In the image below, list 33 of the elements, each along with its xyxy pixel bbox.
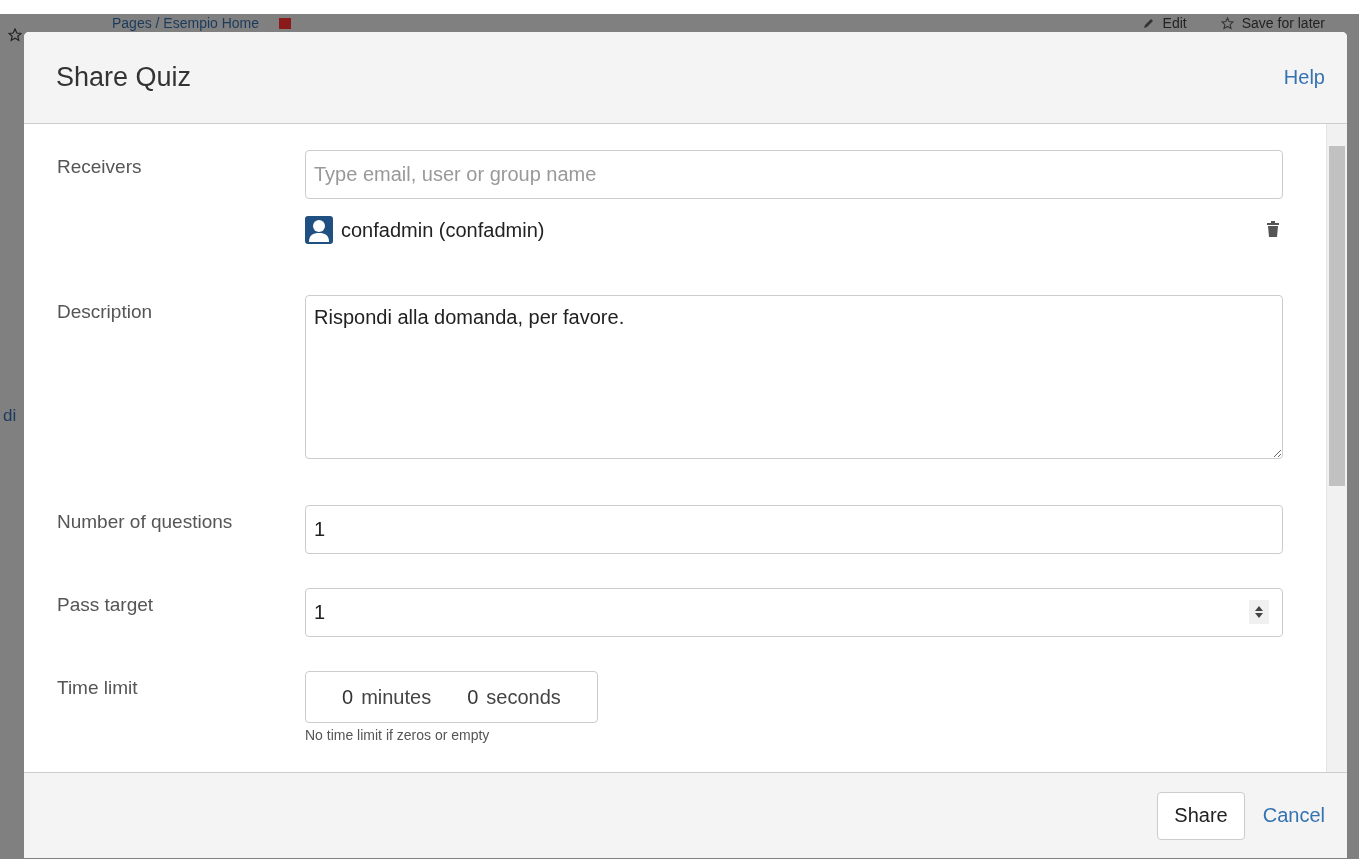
- scrollbar[interactable]: [1326, 124, 1347, 772]
- time-limit-field[interactable]: 0 minutes 0 seconds: [305, 671, 598, 723]
- delete-button[interactable]: [1267, 220, 1279, 240]
- seconds-unit: seconds: [486, 685, 561, 709]
- cancel-link[interactable]: Cancel: [1262, 804, 1325, 827]
- field-label: Description: [57, 300, 154, 324]
- save-for-later-link[interactable]: Save for later: [1220, 15, 1325, 31]
- star-icon: [8, 28, 22, 42]
- trash-icon: [1267, 220, 1279, 237]
- field-label: Number of questions: [57, 510, 234, 534]
- minutes-value: 0: [342, 685, 354, 709]
- up-down-arrows-icon: [1254, 605, 1264, 619]
- field-label: Receivers: [57, 155, 143, 179]
- share-button[interactable]: Share: [1157, 791, 1245, 840]
- field-label: Pass target: [57, 593, 155, 617]
- description-field[interactable]: Rispondi alla domanda, per favore.: [305, 295, 1283, 459]
- receiver-input-field[interactable]: Type email, user or group name: [305, 150, 1283, 199]
- receiver-name: confadmin (confadmin): [341, 218, 546, 242]
- star-icon: [1220, 16, 1234, 30]
- seconds-value: 0: [467, 685, 479, 709]
- dialog-title: Share Quiz: [56, 62, 192, 93]
- help-link[interactable]: Help: [1283, 66, 1325, 89]
- spinner-control[interactable]: [1249, 600, 1269, 624]
- pass-target-field[interactable]: 1: [305, 588, 1283, 637]
- minutes-unit: minutes: [361, 685, 432, 709]
- hint-text: No time limit if zeros or empty: [305, 727, 491, 743]
- user-avatar-icon: [305, 216, 333, 244]
- field-label: Time limit: [57, 676, 139, 700]
- pencil-icon: [1142, 17, 1155, 29]
- edit-link[interactable]: Edit: [1142, 15, 1187, 31]
- page-text: di: [3, 406, 17, 426]
- page-marker-icon: [279, 17, 292, 29]
- questions-input-field[interactable]: 1: [305, 505, 1283, 554]
